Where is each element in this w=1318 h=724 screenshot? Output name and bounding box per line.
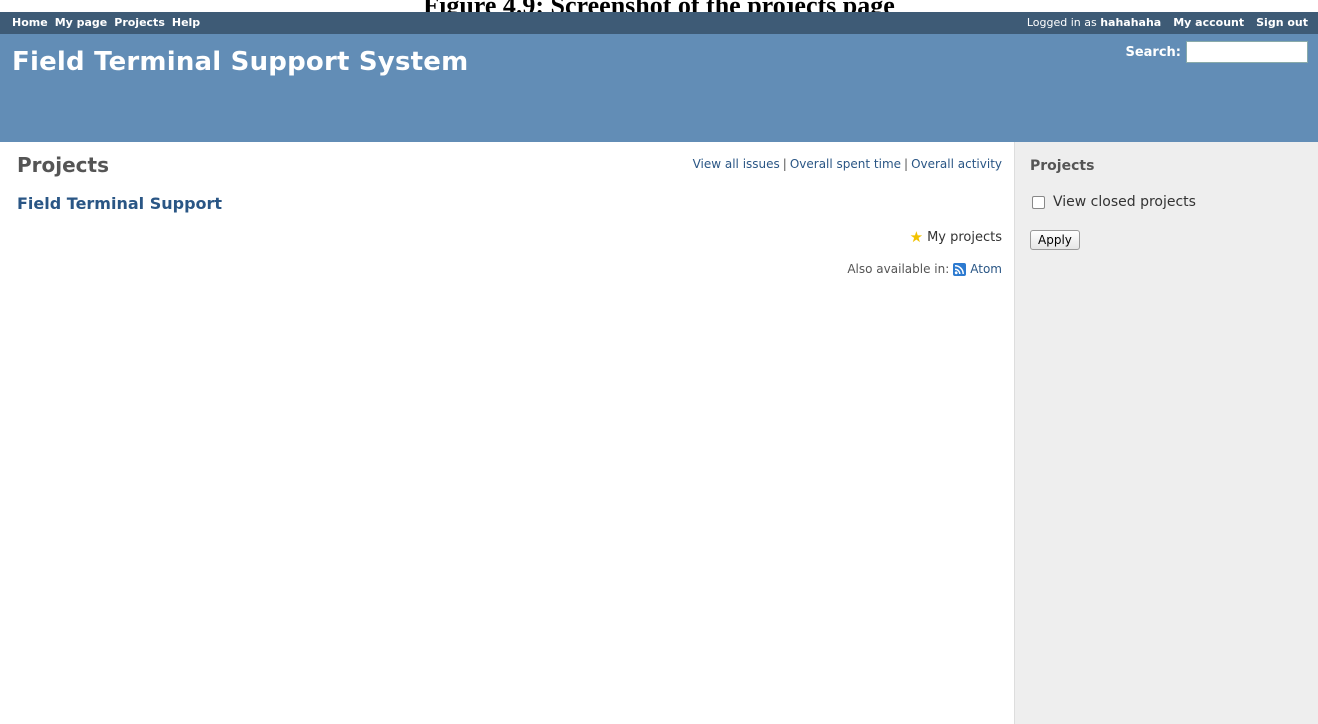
other-formats: Also available in: Atom [847,262,1002,276]
my-projects-legend: ★ My projects [909,228,1002,246]
content: View all issues | Overall spent time | Overa… [0,142,1014,724]
top-menu-my-page[interactable]: My page [55,16,108,29]
my-projects-label: My projects [927,230,1002,245]
atom-feed-link[interactable]: Atom [970,262,1002,276]
top-menu-projects[interactable]: Projects [114,16,165,29]
quick-search: Search: [1125,41,1308,63]
content-links: View all issues | Overall spent time | Overa… [693,157,1002,171]
sidebar: Projects View closed projects Apply [1014,142,1318,724]
top-menu: Home My page Projects Help Logged in as … [0,12,1318,34]
star-icon: ★ [909,228,924,246]
link-separator: | [904,157,909,171]
top-menu-left: Home My page Projects Help [12,16,200,29]
username-link[interactable]: hahahaha [1100,16,1161,29]
overall-activity-link[interactable]: Overall activity [911,157,1002,171]
view-closed-projects-row[interactable]: View closed projects [1032,194,1196,210]
top-menu-home[interactable]: Home [12,16,48,29]
logged-in-label: Logged in as [1026,16,1097,29]
link-separator: | [782,157,787,171]
view-closed-projects-checkbox[interactable] [1032,195,1045,209]
sidebar-title: Projects [1030,158,1095,174]
search-input[interactable] [1186,41,1308,63]
site-title: Field Terminal Support System [12,47,469,77]
also-available-label: Also available in: [847,262,950,276]
view-closed-projects-label[interactable]: View closed projects [1053,194,1196,210]
main: View all issues | Overall spent time | Overa… [0,142,1318,724]
search-label: Search: [1125,44,1181,60]
project-link-field-terminal-support[interactable]: Field Terminal Support [17,194,222,213]
page-title: Projects [17,153,110,177]
logged-in-as: Logged in as hahahaha [1027,16,1161,29]
top-menu-right: Logged in as hahahaha My account Sign ou… [1027,16,1308,29]
view-all-issues-link[interactable]: View all issues [693,157,780,171]
header: Search: Field Terminal Support System [0,34,1318,142]
apply-button[interactable]: Apply [1030,230,1080,250]
sign-out-link[interactable]: Sign out [1256,16,1308,29]
rss-feed-icon[interactable] [953,262,967,276]
my-account-link[interactable]: My account [1173,16,1244,29]
top-menu-help[interactable]: Help [172,16,200,29]
overall-spent-time-link[interactable]: Overall spent time [790,157,901,171]
